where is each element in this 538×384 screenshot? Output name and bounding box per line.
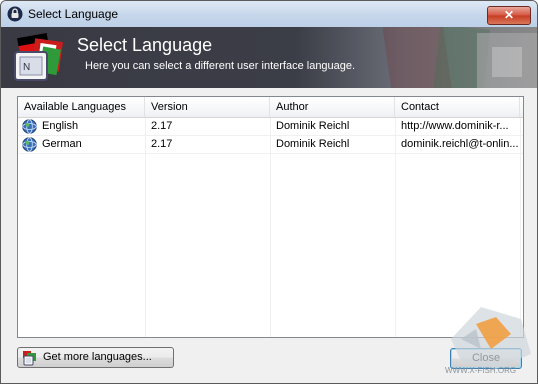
banner-title: Select Language bbox=[77, 35, 213, 55]
get-more-languages-button[interactable]: Get more languages... bbox=[17, 347, 174, 368]
cell-language: German bbox=[42, 138, 82, 150]
window-close-button[interactable]: ✕ bbox=[487, 6, 531, 25]
banner-decoration bbox=[382, 27, 537, 88]
dialog-window: Select Language ✕ N Select Language Here… bbox=[0, 0, 538, 384]
cell-contact: dominik.reichl@t-onlin... bbox=[401, 138, 519, 150]
language-flags-icon: N bbox=[14, 33, 63, 81]
column-header-version[interactable]: Version bbox=[145, 97, 270, 117]
table-row[interactable]: German 2.17 Dominik Reichl dominik.reich… bbox=[18, 136, 523, 154]
watermark-text: WWW.X-FISH.ORG bbox=[445, 366, 516, 375]
column-header-contact[interactable]: Contact bbox=[395, 97, 520, 117]
close-icon: ✕ bbox=[503, 8, 515, 22]
globe-icon bbox=[22, 119, 37, 134]
table-row[interactable]: English 2.17 Dominik Reichl http://www.d… bbox=[18, 118, 523, 136]
title-bar[interactable]: Select Language ✕ bbox=[1, 1, 537, 27]
get-more-languages-label: Get more languages... bbox=[43, 351, 152, 363]
language-flags-small-icon bbox=[23, 351, 36, 366]
cell-author: Dominik Reichl bbox=[276, 120, 350, 132]
watermark-logo: WWW.X-FISH.ORG bbox=[445, 307, 531, 375]
column-header-author[interactable]: Author bbox=[270, 97, 395, 117]
window-title: Select Language bbox=[28, 7, 119, 21]
list-header: Available Languages Version Author Conta… bbox=[18, 97, 523, 118]
cell-version: 2.17 bbox=[151, 120, 173, 132]
cell-language: English bbox=[42, 120, 79, 132]
svg-text:N: N bbox=[23, 62, 30, 73]
globe-icon bbox=[22, 137, 37, 152]
cell-author: Dominik Reichl bbox=[276, 138, 350, 150]
column-header-languages[interactable]: Available Languages bbox=[18, 97, 145, 117]
list-rows: English 2.17 Dominik Reichl http://www.d… bbox=[18, 118, 523, 154]
padlock-icon bbox=[7, 6, 23, 22]
cell-version: 2.17 bbox=[151, 138, 173, 150]
header-banner: N Select Language Here you can select a … bbox=[1, 27, 537, 88]
banner-subtitle: Here you can select a different user int… bbox=[85, 60, 356, 72]
cell-contact: http://www.dominik-r... bbox=[401, 120, 509, 132]
